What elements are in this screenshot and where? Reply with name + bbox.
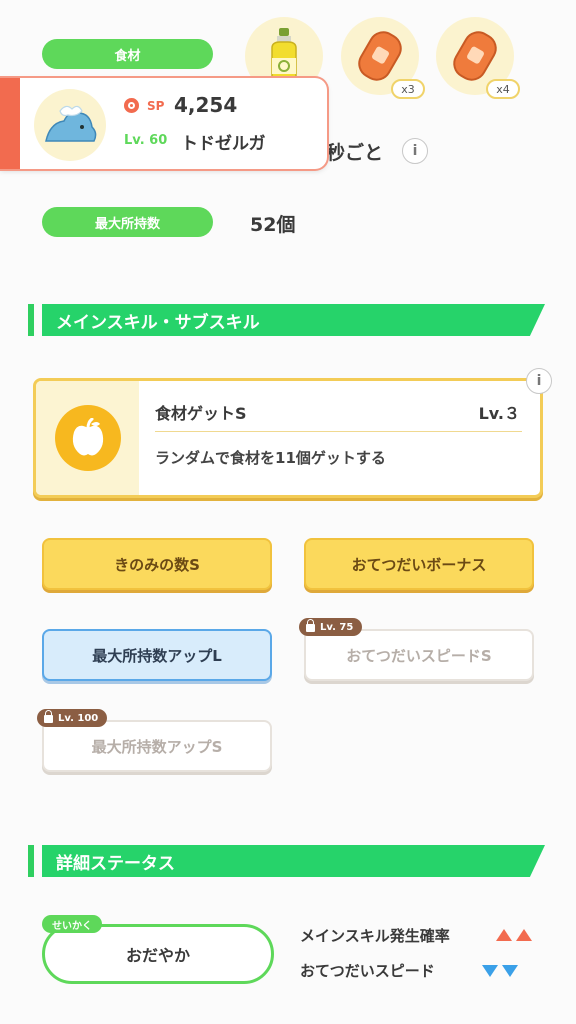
down-arrows-icon (482, 965, 518, 977)
pokemon-name: トドゼルガ (181, 134, 266, 154)
max-carry-label: 最大所持数 (42, 207, 213, 237)
sp-label: SP (147, 99, 165, 113)
nature-value: おだやか (125, 946, 190, 965)
ingredient-count: x3 (391, 79, 425, 99)
main-skill-info-icon[interactable]: i (526, 368, 552, 394)
help-time-info-icon[interactable]: i (402, 138, 428, 164)
nature-effect-2-label: おてつだいスピード (300, 962, 435, 980)
sausage-icon (358, 31, 402, 81)
sub-skill-4-button[interactable]: おてつだいスピードS (304, 629, 534, 681)
section-title: メインスキル・サブスキル (42, 304, 545, 336)
nature-box[interactable]: おだやか (42, 924, 274, 984)
pokemon-icon (45, 105, 97, 142)
avatar (34, 89, 106, 161)
main-skill-description: ランダムで食材を11個ゲットする (155, 449, 386, 467)
section-edge (28, 304, 34, 336)
apple-icon (55, 405, 121, 471)
up-arrows-icon (496, 929, 532, 941)
section-title: 詳細ステータス (42, 845, 545, 877)
help-time-text: 秒ごと (326, 142, 384, 164)
ingredient-sausage-1[interactable]: x3 (341, 17, 425, 99)
lock-level: Lv. 100 (58, 712, 99, 724)
main-skill-card[interactable]: 食材ゲットS Lv.３ ランダムで食材を11個ゲットする (33, 378, 543, 498)
max-carry-value: 52個 (250, 214, 296, 236)
sausage-icon (453, 31, 497, 81)
lock-icon (44, 710, 53, 723)
sub-skill-3-button[interactable]: 最大所持数アップL (42, 629, 272, 681)
popup-accent-stripe (0, 78, 20, 169)
sp-icon (124, 98, 139, 113)
ingredient-count: x4 (486, 79, 520, 99)
main-skill-name: 食材ゲットS (155, 404, 247, 423)
pokemon-level: Lv. 60 (124, 133, 168, 148)
sub-skill-2-button[interactable]: おてつだいボーナス (304, 538, 534, 590)
sub-skill-1-button[interactable]: きのみの数S (42, 538, 272, 590)
sub-skill-5-button[interactable]: 最大所持数アップS (42, 720, 272, 772)
main-skill-level: Lv.３ (478, 404, 520, 423)
sp-value: 4,254 (174, 93, 238, 117)
lock-icon (306, 619, 315, 632)
sub-skill-5-lock-badge: Lv. 100 (37, 709, 108, 727)
main-skill-icon-area (36, 381, 139, 495)
pokemon-popup[interactable]: SP 4,254 Lv. 60 トドゼルガ (0, 78, 327, 169)
main-skill-divider (155, 431, 522, 432)
lock-level: Lv. 75 (320, 621, 354, 633)
nature-effect-1-label: メインスキル発生確率 (300, 927, 450, 945)
ingredients-label: 食材 (42, 39, 213, 69)
section-edge (28, 845, 34, 877)
nature-tag: せいかく (42, 915, 102, 933)
sub-skill-4-lock-badge: Lv. 75 (299, 618, 363, 636)
ingredient-sausage-2[interactable]: x4 (436, 17, 520, 99)
